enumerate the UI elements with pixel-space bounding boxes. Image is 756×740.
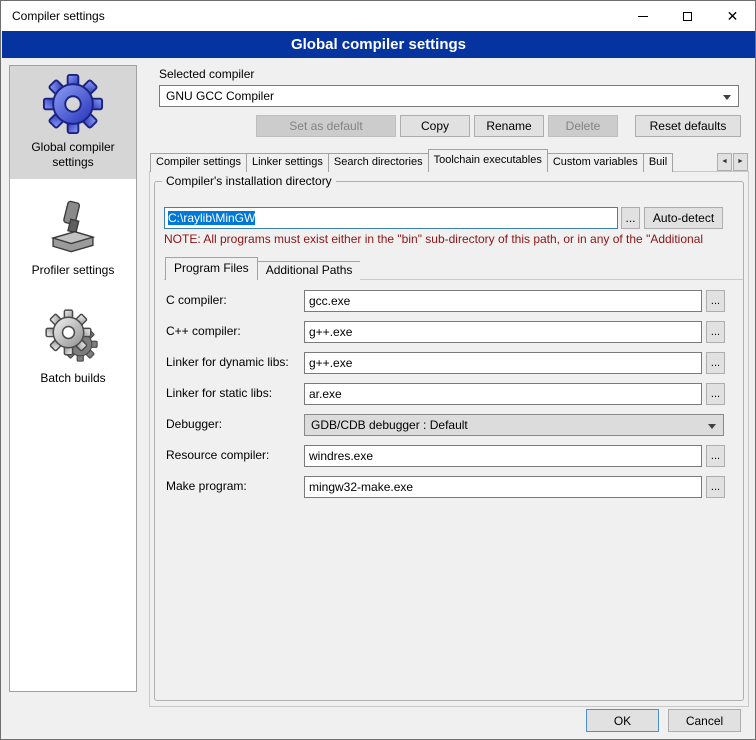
field-row-linker-dynamic: Linker for dynamic libs: ...	[166, 352, 726, 374]
field-label: Linker for dynamic libs:	[166, 355, 289, 369]
debugger-select[interactable]: GDB/CDB debugger : Default	[304, 414, 724, 436]
tab-program-files[interactable]: Program Files	[165, 257, 258, 280]
sidebar-item-global-compiler-settings[interactable]: Global compiler settings	[10, 66, 136, 179]
browse-button[interactable]: ...	[706, 321, 725, 343]
browse-button[interactable]: ...	[706, 290, 725, 312]
close-icon: ✕	[727, 9, 739, 23]
auto-detect-button[interactable]: Auto-detect	[644, 207, 723, 229]
delete-button[interactable]: Delete	[548, 115, 618, 137]
set-as-default-button[interactable]: Set as default	[256, 115, 396, 137]
browse-button[interactable]: ...	[706, 383, 725, 405]
field-label: Make program:	[166, 479, 247, 493]
profiler-icon	[44, 200, 102, 258]
linker-static-input[interactable]	[304, 383, 702, 405]
tab-compiler-settings[interactable]: Compiler settings	[150, 153, 247, 172]
chevron-down-icon	[723, 95, 731, 100]
tab-scroll-left-button[interactable]: ◄	[717, 153, 732, 171]
browse-button[interactable]: ...	[706, 476, 725, 498]
ok-button[interactable]: OK	[586, 709, 659, 732]
field-row-linker-static: Linker for static libs: ...	[166, 383, 726, 405]
copy-button[interactable]: Copy	[400, 115, 470, 137]
chevron-down-icon	[708, 424, 716, 429]
tab-search-directories[interactable]: Search directories	[328, 153, 429, 172]
install-dir-browse-button[interactable]: ...	[621, 207, 640, 229]
gear-icon	[42, 73, 104, 135]
settings-category-list: Global compiler settings Profiler settin…	[9, 65, 137, 692]
selected-compiler-label: Selected compiler	[159, 67, 254, 81]
tab-linker-settings[interactable]: Linker settings	[246, 153, 329, 172]
resource-compiler-input[interactable]	[304, 445, 702, 467]
field-row-resource-compiler: Resource compiler: ...	[166, 445, 726, 467]
minimize-button[interactable]	[620, 1, 665, 31]
cpp-compiler-input[interactable]	[304, 321, 702, 343]
sidebar-item-label: Batch builds	[12, 371, 134, 386]
linker-dynamic-input[interactable]	[304, 352, 702, 374]
maximize-icon	[683, 12, 692, 21]
gears-icon	[44, 308, 102, 366]
c-compiler-input[interactable]	[304, 290, 702, 312]
tab-custom-variables[interactable]: Custom variables	[547, 153, 644, 172]
group-title: Compiler's installation directory	[162, 174, 336, 188]
reset-defaults-button[interactable]: Reset defaults	[635, 115, 741, 137]
compiler-select[interactable]: GNU GCC Compiler	[159, 85, 739, 107]
field-row-cpp-compiler: C++ compiler: ...	[166, 321, 726, 343]
compiler-settings-dialog: Compiler settings ✕ Global compiler sett…	[0, 0, 756, 740]
field-label: C compiler:	[166, 293, 227, 307]
note-text: NOTE: All programs must exist either in …	[164, 232, 742, 246]
field-row-c-compiler: C compiler: ...	[166, 290, 726, 312]
field-label: C++ compiler:	[166, 324, 241, 338]
compiler-select-value: GNU GCC Compiler	[166, 89, 274, 103]
cancel-button[interactable]: Cancel	[668, 709, 741, 732]
tab-scroll-right-button[interactable]: ►	[733, 153, 748, 171]
sidebar-item-label: Profiler settings	[12, 263, 134, 278]
browse-button[interactable]: ...	[706, 352, 725, 374]
install-dir-input[interactable]: C:\raylib\MinGW	[164, 207, 618, 229]
field-label: Resource compiler:	[166, 448, 269, 462]
tab-additional-paths[interactable]: Additional Paths	[257, 261, 361, 280]
make-program-input[interactable]	[304, 476, 702, 498]
sidebar-item-profiler-settings[interactable]: Profiler settings	[10, 193, 136, 287]
sidebar-item-label: Global compiler settings	[12, 140, 134, 170]
title-bar[interactable]: Compiler settings ✕	[1, 1, 755, 31]
debugger-select-value: GDB/CDB debugger : Default	[311, 418, 468, 432]
tab-build-options[interactable]: Buil	[643, 153, 673, 172]
field-row-debugger: Debugger: GDB/CDB debugger : Default	[166, 414, 726, 436]
page-title: Global compiler settings	[2, 31, 755, 58]
program-tabs: Program Files Additional Paths	[165, 257, 360, 280]
field-label: Debugger:	[166, 417, 222, 431]
minimize-icon	[638, 16, 648, 17]
sidebar-item-batch-builds[interactable]: Batch builds	[10, 301, 136, 395]
rename-button[interactable]: Rename	[474, 115, 544, 137]
browse-button[interactable]: ...	[706, 445, 725, 467]
compiler-tabs: Compiler settings Linker settings Search…	[150, 149, 716, 172]
window-title: Compiler settings	[1, 9, 105, 23]
field-row-make-program: Make program: ...	[166, 476, 726, 498]
install-dir-value: C:\raylib\MinGW	[168, 211, 255, 225]
field-label: Linker for static libs:	[166, 386, 272, 400]
maximize-button[interactable]	[665, 1, 710, 31]
tab-toolchain-executables[interactable]: Toolchain executables	[428, 149, 548, 172]
close-button[interactable]: ✕	[710, 1, 755, 31]
